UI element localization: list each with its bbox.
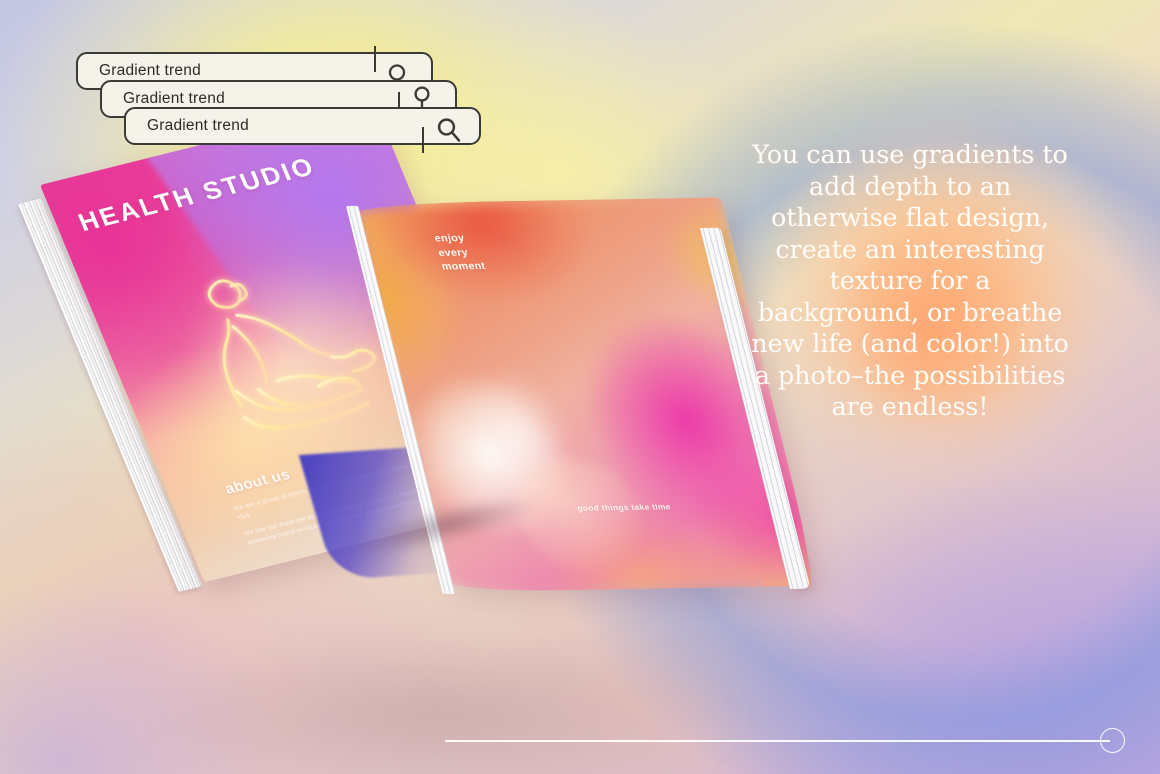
search-divider-1 (373, 46, 376, 72)
quote-line-1: You can use gradients to (752, 140, 1068, 170)
search-input-1[interactable]: Gradient trend (99, 62, 201, 80)
search-input-2[interactable]: Gradient trend (123, 90, 225, 108)
quote-text-block: You can use gradients to add depth to an… (735, 140, 1085, 424)
quote-line-7: new life (and color!) into (751, 329, 1069, 359)
search-icon-3[interactable] (434, 115, 464, 150)
slider-knob[interactable] (1100, 728, 1125, 753)
headline-line-1: enjoy (433, 232, 466, 245)
search-input-3[interactable]: Gradient trend (147, 117, 249, 135)
search-bar-3[interactable]: Gradient trend (124, 107, 481, 153)
right-page-tagline: good things take time (576, 502, 672, 513)
quote-line-3: otherwise flat design, (770, 203, 1050, 233)
progress-slider[interactable] (445, 728, 1125, 754)
quote-line-5: texture for a (829, 266, 991, 296)
quote-line-9: are endless! (831, 392, 989, 422)
quote-line-2: add depth to an (808, 171, 1012, 202)
search-divider-3 (421, 127, 424, 153)
headline-line-3: moment (440, 260, 487, 273)
poster-canvas: HEALTH STUDIO about us We are a group of… (0, 0, 1160, 774)
slider-track[interactable] (445, 740, 1110, 742)
quote-line-8: a photo–the possibilities (754, 360, 1066, 391)
quote-line-4: create an interesting (775, 234, 1045, 265)
quote-line-6: background, or breathe (757, 297, 1063, 328)
headline-line-2: every (436, 246, 470, 259)
